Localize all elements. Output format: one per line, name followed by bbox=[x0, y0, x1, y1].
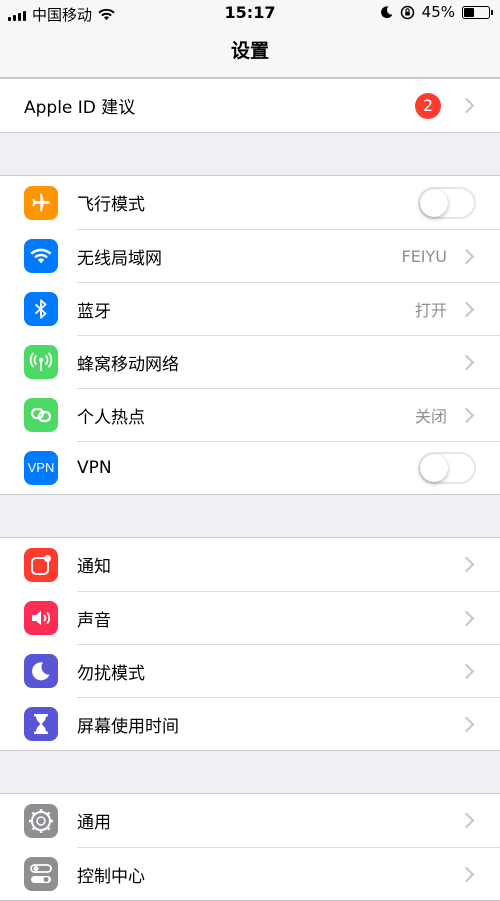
apple-id-suggestions-row[interactable]: Apple ID 建议 2 bbox=[0, 79, 500, 132]
settings-row-label: 通用 bbox=[77, 813, 111, 833]
moon-icon bbox=[24, 653, 58, 688]
settings-row-general[interactable]: 通用 bbox=[0, 794, 500, 847]
settings-row-bluetooth[interactable]: 蓝牙 打开 bbox=[0, 282, 500, 335]
settings-row-label: 飞行模式 bbox=[77, 195, 145, 215]
settings-row-label: 个人热点 bbox=[77, 407, 145, 428]
settings-row-control-center[interactable]: 控制中心 bbox=[0, 847, 500, 900]
orientation-lock-icon bbox=[400, 5, 414, 19]
bluetooth-status-value: 打开 bbox=[414, 301, 447, 320]
general-group: 通用 控制中心 bbox=[0, 793, 500, 901]
settings-row-screen-time[interactable]: 屏幕使用时间 bbox=[0, 697, 500, 750]
page-title: 设置 bbox=[0, 26, 500, 78]
chevron-right-icon bbox=[458, 407, 475, 423]
chevron-right-icon bbox=[458, 663, 475, 679]
status-bar: 中国移动 15:17 45% bbox=[0, 0, 500, 26]
gear-icon bbox=[24, 803, 58, 838]
settings-row-label: 控制中心 bbox=[77, 866, 145, 887]
chevron-right-icon bbox=[458, 556, 475, 573]
airplane-icon bbox=[24, 185, 58, 220]
settings-row-airplane-mode[interactable]: 飞行模式 bbox=[0, 176, 500, 229]
moon-status-icon bbox=[380, 5, 393, 18]
settings-row-sounds[interactable]: 声音 bbox=[0, 591, 500, 644]
settings-row-label: 无线局域网 bbox=[77, 248, 162, 269]
control-center-icon bbox=[24, 856, 58, 891]
notifications-icon bbox=[24, 547, 58, 582]
settings-row-label: 蜂窝移动网络 bbox=[77, 354, 179, 375]
battery-percent: 45% bbox=[421, 3, 455, 21]
settings-row-wifi[interactable]: 无线局域网 FEIYU bbox=[0, 229, 500, 282]
notification-badge: 2 bbox=[415, 92, 441, 119]
chevron-right-icon bbox=[458, 610, 475, 626]
chevron-right-icon bbox=[458, 248, 475, 264]
battery-icon bbox=[462, 5, 493, 19]
settings-row-personal-hotspot[interactable]: 个人热点 关闭 bbox=[0, 388, 500, 441]
settings-row-label: 蓝牙 bbox=[77, 301, 111, 322]
wifi-icon bbox=[24, 238, 58, 273]
settings-row-label: 屏幕使用时间 bbox=[77, 716, 179, 737]
chevron-right-icon bbox=[458, 866, 475, 882]
cellular-icon bbox=[24, 344, 58, 379]
connectivity-group: 飞行模式 无线局域网 FEIYU 蓝牙 打开 蜂窝移动网络 个人热点 关闭 VP… bbox=[0, 175, 500, 495]
wifi-network-value: FEIYU bbox=[401, 246, 447, 266]
settings-row-label: 通知 bbox=[77, 557, 111, 577]
settings-row-label: VPN bbox=[77, 458, 112, 478]
vpn-toggle[interactable] bbox=[418, 452, 476, 484]
settings-row-do-not-disturb[interactable]: 勿扰模式 bbox=[0, 644, 500, 697]
chevron-right-icon bbox=[458, 354, 475, 370]
hourglass-icon bbox=[24, 706, 58, 741]
chevron-right-icon bbox=[458, 812, 475, 829]
settings-row-label: 声音 bbox=[77, 610, 111, 631]
sounds-icon bbox=[24, 600, 58, 635]
settings-row-label: 勿扰模式 bbox=[77, 663, 145, 684]
hotspot-status-value: 关闭 bbox=[414, 407, 447, 426]
notifications-group: 通知 声音 勿扰模式 屏幕使用时间 bbox=[0, 537, 500, 751]
hotspot-icon bbox=[24, 397, 58, 432]
settings-row-notifications[interactable]: 通知 bbox=[0, 538, 500, 591]
bluetooth-icon bbox=[24, 291, 58, 326]
airplane-mode-toggle[interactable] bbox=[418, 186, 476, 219]
chevron-right-icon bbox=[458, 97, 475, 114]
apple-id-group: Apple ID 建议 2 bbox=[0, 78, 500, 133]
chevron-right-icon bbox=[458, 716, 475, 732]
settings-row-vpn[interactable]: VPN VPN bbox=[0, 441, 500, 494]
vpn-icon: VPN bbox=[24, 450, 58, 485]
apple-id-label: Apple ID 建议 bbox=[24, 98, 136, 118]
chevron-right-icon bbox=[458, 301, 475, 317]
settings-row-cellular[interactable]: 蜂窝移动网络 bbox=[0, 335, 500, 388]
